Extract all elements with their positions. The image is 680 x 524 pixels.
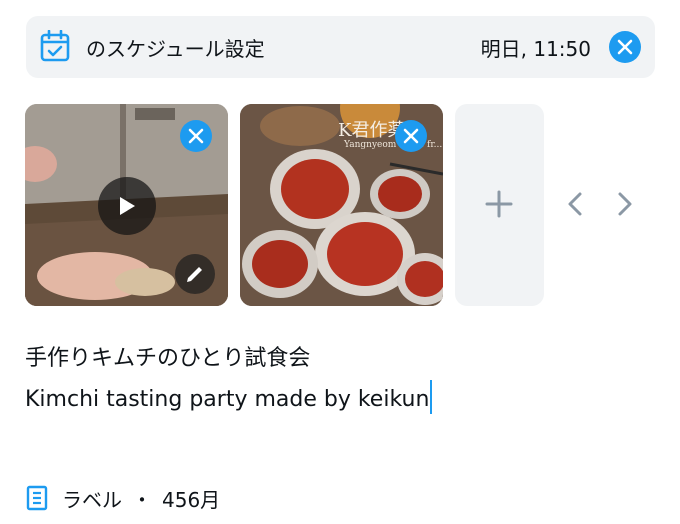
photo-thumbnail[interactable]: K君作薬 Yangnyeom made fr... <box>240 104 443 306</box>
chevron-left-icon[interactable] <box>565 190 585 218</box>
edit-media-button[interactable] <box>175 254 215 294</box>
close-icon <box>403 128 419 144</box>
play-button[interactable] <box>98 177 156 235</box>
schedule-label: のスケジュール設定 <box>86 37 265 61</box>
label-count: 456月 <box>162 487 221 512</box>
close-icon <box>617 39 633 55</box>
remove-video-button[interactable] <box>180 120 212 152</box>
add-media-button[interactable] <box>455 104 544 306</box>
video-thumbnail[interactable] <box>25 104 228 306</box>
pencil-icon <box>187 267 202 282</box>
text-cursor <box>430 380 433 414</box>
label-text: ラベル <box>62 487 122 512</box>
play-icon <box>120 197 135 215</box>
schedule-time[interactable]: 明日, 11:50 <box>481 33 591 62</box>
chevron-right-icon[interactable] <box>615 190 635 218</box>
post-body-content: Kimchi tasting party made by keikun <box>25 387 430 412</box>
building-icon <box>26 485 48 511</box>
schedule-bar[interactable]: のスケジュール設定 明日, 11:50 <box>26 16 655 78</box>
clear-schedule-button[interactable] <box>609 31 641 63</box>
post-body-text[interactable]: Kimchi tasting party made by keikun <box>25 380 433 414</box>
label-row[interactable]: ラベル ・ 456月 <box>26 484 220 512</box>
calendar-icon <box>40 30 70 62</box>
plus-icon <box>485 190 513 218</box>
label-separator: ・ <box>132 487 152 512</box>
post-title-text[interactable]: 手作りキムチのひとり試食会 <box>25 340 310 372</box>
close-icon <box>188 128 204 144</box>
photo-watermark-subtitle: Yangnyeom made fr... <box>344 140 443 150</box>
remove-photo-button[interactable] <box>395 120 427 152</box>
